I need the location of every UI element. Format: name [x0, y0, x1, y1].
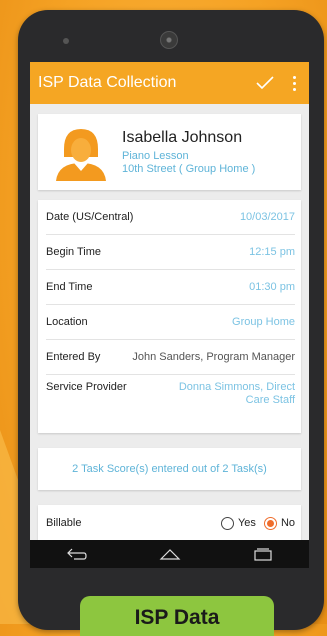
detail-label: Entered By [46, 351, 101, 363]
radio-checked-icon [263, 516, 277, 530]
detail-value: 10/03/2017 [239, 211, 295, 223]
app-bar: ISP Data Collection [30, 62, 309, 104]
phone-camera [160, 31, 178, 49]
overflow-menu-button[interactable] [287, 71, 301, 95]
badge-label: ISP Data [134, 606, 220, 629]
radio-label: No [280, 517, 295, 529]
client-name: Isabella Johnson [122, 128, 243, 146]
billable-row: Billable Yes No [38, 505, 301, 540]
profile-text: Isabella Johnson Piano Lesson 10th Stree… [122, 129, 255, 176]
billable-yes-radio[interactable]: Yes [220, 516, 256, 530]
menu-dot-icon [292, 87, 296, 91]
billable-no-radio[interactable]: No [263, 516, 295, 530]
menu-dot-icon [292, 75, 296, 79]
detail-value: Group Home [232, 316, 295, 328]
radio-unchecked-icon [220, 516, 234, 530]
detail-label: Service Provider [46, 381, 127, 393]
task-score-text: 2 Task Score(s) entered out of 2 Task(s) [72, 463, 267, 475]
profile-card: Isabella Johnson Piano Lesson 10th Stree… [38, 114, 301, 190]
detail-label: End Time [46, 281, 93, 293]
app-title: ISP Data Collection [38, 74, 177, 91]
detail-row-location[interactable]: Location Group Home [46, 305, 295, 340]
android-nav-bar [30, 540, 309, 568]
radio-label: Yes [237, 517, 256, 529]
task-score-summary[interactable]: 2 Task Score(s) entered out of 2 Task(s) [38, 448, 301, 490]
app-screen: ISP Data Collection Isabella Johnson Pia… [30, 62, 309, 540]
avatar-icon [56, 129, 106, 181]
service-name: Piano Lesson [122, 149, 189, 162]
detail-value: John Sanders, Program Manager [132, 351, 295, 363]
detail-row-end-time[interactable]: End Time 01:30 pm [46, 270, 295, 305]
recent-apps-icon[interactable] [252, 547, 274, 561]
detail-row-service-provider[interactable]: Service Provider Donna Simmons, Direct C… [46, 375, 295, 433]
service-location: 10th Street ( Group Home ) [122, 162, 256, 175]
billable-label: Billable [46, 517, 82, 529]
detail-row-entered-by: Entered By John Sanders, Program Manager [46, 340, 295, 375]
phone-sensor [63, 38, 69, 44]
details-card: Date (US/Central) 10/03/2017 Begin Time … [38, 200, 301, 433]
detail-row-begin-time[interactable]: Begin Time 12:15 pm [46, 235, 295, 270]
detail-value: 12:15 pm [249, 246, 295, 258]
save-check-button[interactable] [253, 71, 277, 95]
detail-label: Date (US/Central) [46, 211, 134, 223]
isp-data-badge: ISP Data [80, 596, 274, 636]
detail-row-date[interactable]: Date (US/Central) 10/03/2017 [46, 200, 295, 235]
home-icon[interactable] [159, 547, 181, 561]
menu-dot-icon [292, 81, 296, 85]
detail-value: 01:30 pm [249, 281, 295, 293]
detail-label: Begin Time [46, 246, 102, 258]
back-icon[interactable] [66, 547, 88, 561]
billable-radio-group: Yes No [213, 516, 295, 530]
detail-label: Location [46, 316, 88, 328]
detail-value: Donna Simmons, Direct Care Staff [178, 381, 295, 406]
check-icon [256, 76, 274, 90]
